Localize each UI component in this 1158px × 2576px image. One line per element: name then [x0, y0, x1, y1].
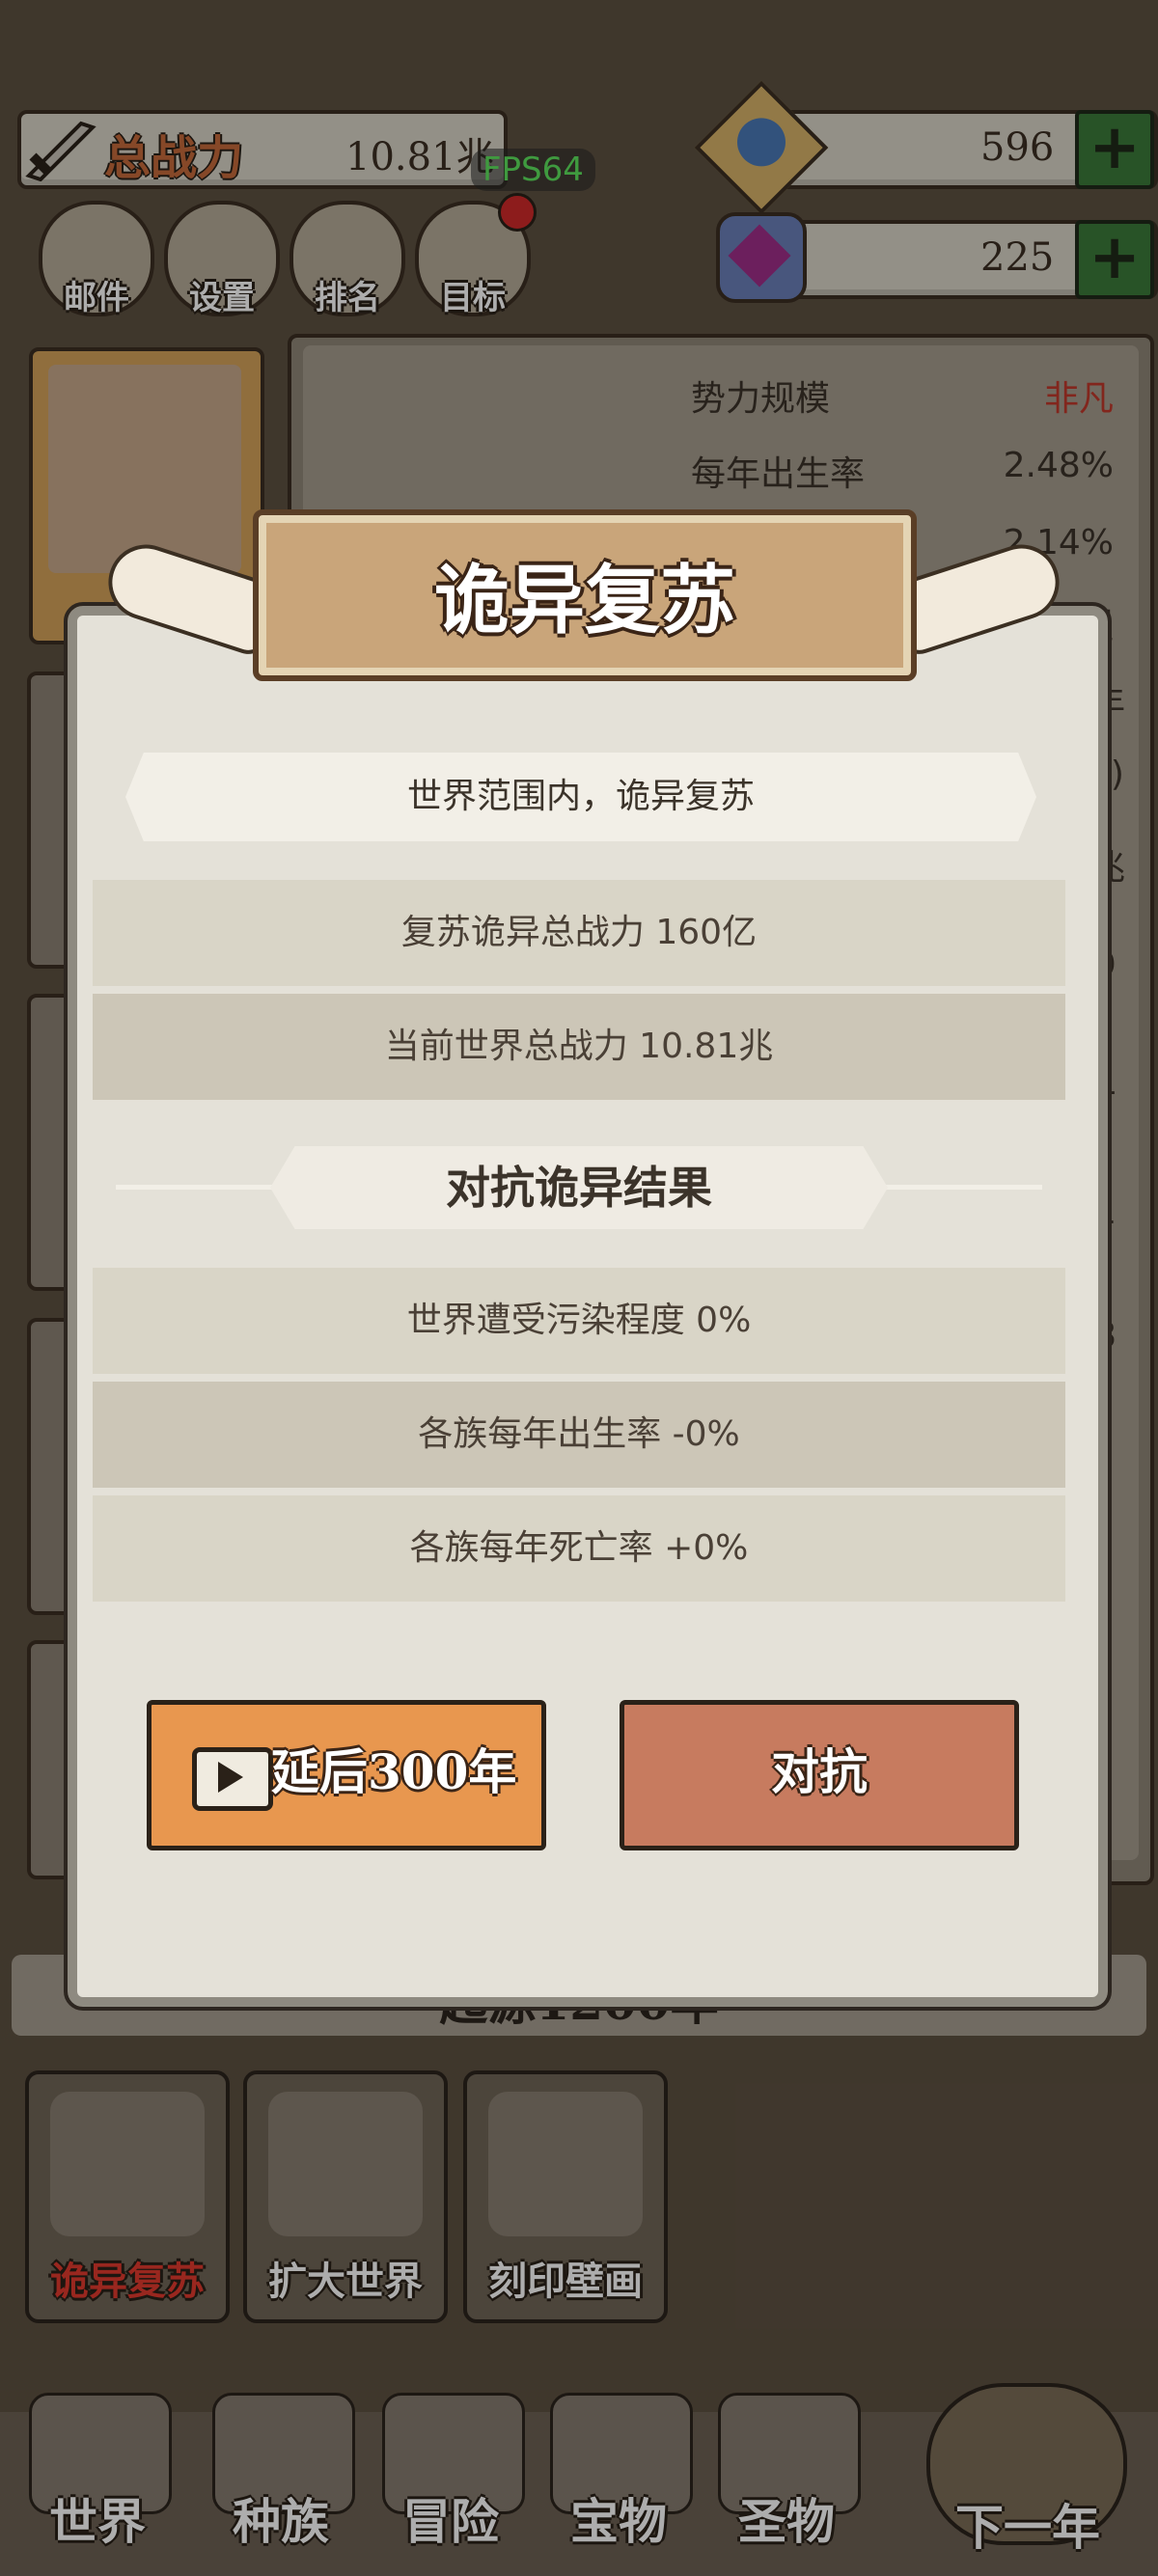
section-divider-right [878, 1185, 1042, 1190]
pollution-row: 世界遭受污染程度 0% [93, 1268, 1065, 1374]
fight-button[interactable]: 对抗 [620, 1700, 1019, 1850]
death-rate-row: 各族每年死亡率 +0% [93, 1495, 1065, 1602]
delay-button-label: 延后300年 [271, 1743, 517, 1800]
birth-rate-row: 各族每年出生率 -0% [93, 1382, 1065, 1488]
world-power-row: 当前世界总战力 10.81兆 [93, 994, 1065, 1100]
section-title: 对抗诡异结果 [270, 1146, 888, 1229]
revival-power-row: 复苏诡异总战力 160亿 [93, 880, 1065, 986]
dialog-banner: 世界范围内，诡异复苏 [125, 753, 1036, 841]
section-divider-left [116, 1185, 280, 1190]
fight-button-label: 对抗 [771, 1743, 868, 1800]
dialog-title-plaque: 诡异复苏 [253, 509, 917, 681]
video-ad-icon [192, 1747, 273, 1811]
delay-300-years-button[interactable]: 延后300年 [147, 1700, 546, 1850]
dialog-title: 诡异复苏 [433, 557, 735, 644]
